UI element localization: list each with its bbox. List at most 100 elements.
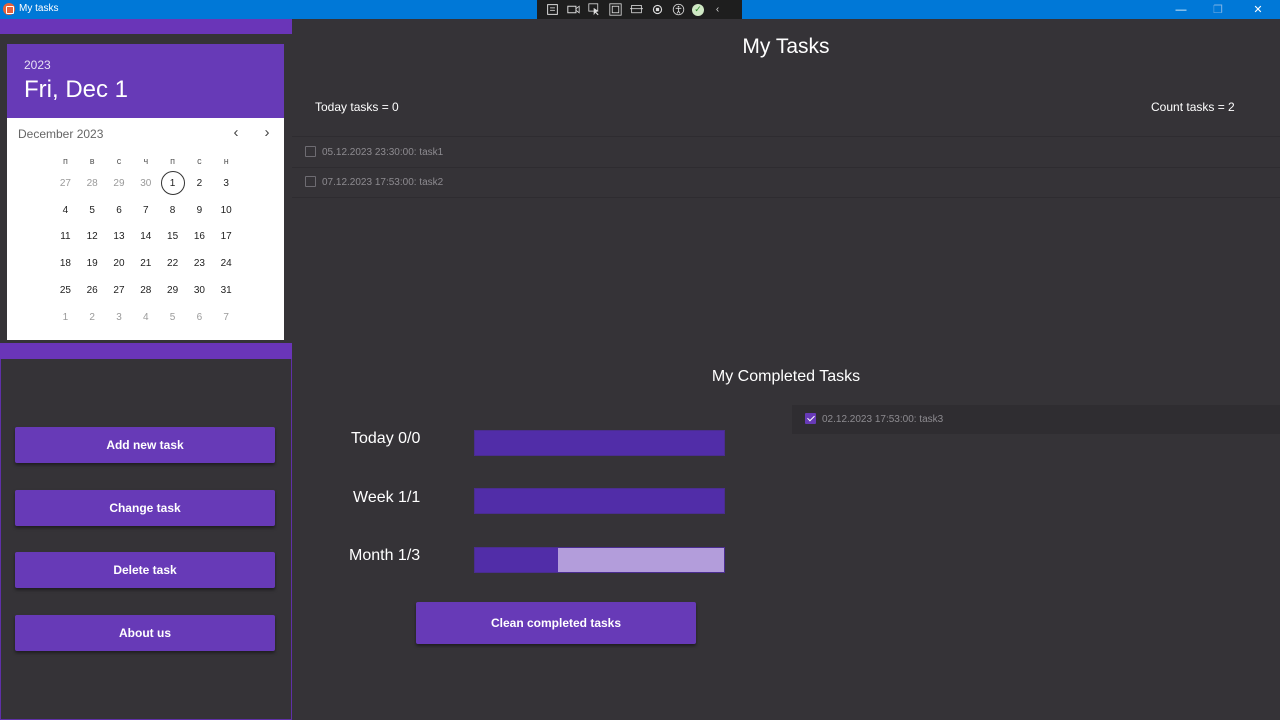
day-name: н — [223, 156, 229, 166]
task-row[interactable]: 07.12.2023 17:53:00: task2 — [292, 167, 1280, 198]
task-checkbox[interactable] — [305, 145, 316, 157]
day-name: ч — [143, 156, 149, 166]
record-icon[interactable] — [566, 2, 581, 17]
binding-ok-icon[interactable]: ✓ — [692, 3, 704, 16]
calendar-day[interactable]: 3 — [213, 178, 240, 189]
task-text: 05.12.2023 23:30:00: task1 — [322, 146, 444, 158]
calendar-day[interactable]: 15 — [159, 231, 186, 242]
calendar-day[interactable]: 11 — [52, 231, 79, 242]
calendar-day[interactable]: 28 — [79, 178, 106, 189]
calendar-day[interactable]: 27 — [106, 285, 133, 296]
live-visual-tree-icon[interactable] — [545, 2, 560, 17]
calendar-day[interactable]: 5 — [79, 205, 106, 216]
calendar-day[interactable]: 10 — [213, 205, 240, 216]
chevron-right-icon[interactable]: › — [259, 124, 275, 141]
completed-task-row[interactable]: 02.12.2023 17:53:00: task3 — [792, 405, 1280, 434]
calendar-day[interactable]: 1 — [159, 170, 186, 195]
calendar-day[interactable]: 5 — [159, 312, 186, 323]
calendar-day[interactable]: 14 — [132, 231, 159, 242]
delete-task-button[interactable]: Delete task — [15, 552, 275, 588]
display-layout-adorners-icon[interactable] — [608, 2, 623, 17]
calendar-day[interactable]: 4 — [132, 312, 159, 323]
calendar-day[interactable]: 1 — [52, 312, 79, 323]
calendar-day[interactable]: 22 — [159, 258, 186, 269]
change-task-button[interactable]: Change task — [15, 490, 275, 526]
calendar-day[interactable]: 19 — [79, 258, 106, 269]
month-progress-fill — [475, 548, 558, 572]
calendar-day[interactable]: 9 — [186, 205, 213, 216]
day-name: п — [62, 156, 68, 166]
calendar-day[interactable]: 29 — [159, 285, 186, 296]
day-name: п — [170, 156, 176, 166]
calendar-day[interactable]: 21 — [132, 258, 159, 269]
calendar-day[interactable]: 23 — [186, 258, 213, 269]
calendar-day[interactable]: 7 — [132, 205, 159, 216]
chevron-left-icon[interactable]: ‹ — [228, 124, 244, 141]
week-stat-label: Week 1/1 — [353, 489, 421, 506]
window-title: My tasks — [19, 3, 59, 14]
collapse-toolbar-icon[interactable]: ‹ — [710, 2, 725, 17]
sidebar-actions — [0, 359, 292, 720]
window-titlebar[interactable]: My tasks ✓ ‹ — ❐ ✕ — [0, 0, 1280, 19]
calendar-nav: December 2023 ‹ › — [7, 118, 284, 148]
calendar-day[interactable]: 12 — [79, 231, 106, 242]
calendar-day[interactable]: 6 — [106, 205, 133, 216]
completed-task-text: 02.12.2023 17:53:00: task3 — [822, 414, 944, 425]
calendar-day[interactable]: 6 — [186, 312, 213, 323]
clean-completed-button[interactable]: Clean completed tasks — [416, 602, 696, 644]
week-progress-fill — [475, 489, 724, 513]
calendar-day[interactable]: 28 — [132, 285, 159, 296]
maximize-button[interactable]: ❐ — [1200, 0, 1236, 19]
minimize-button[interactable]: — — [1163, 0, 1199, 19]
task-list: 05.12.2023 23:30:00: task1 07.12.2023 17… — [292, 136, 1280, 198]
calendar-week-row: 25 26 27 28 29 30 31 — [52, 277, 240, 304]
calendar-day[interactable]: 3 — [106, 312, 133, 323]
calendar-day[interactable]: 25 — [52, 285, 79, 296]
completed-tasks-title: My Completed Tasks — [711, 368, 861, 385]
calendar-header: 2023 Fri, Dec 1 — [7, 44, 284, 118]
calendar-day[interactable]: 26 — [79, 285, 106, 296]
calendar-day[interactable]: 30 — [132, 178, 159, 189]
calendar-day[interactable]: 18 — [52, 258, 79, 269]
select-element-icon[interactable] — [587, 2, 602, 17]
accessibility-icon[interactable] — [671, 2, 686, 17]
calendar-day[interactable]: 27 — [52, 178, 79, 189]
calendar-week-row: 1234567 — [52, 304, 240, 331]
left-panel: 2023 Fri, Dec 1 December 2023 ‹ › Add ne… — [0, 19, 292, 720]
calendar-day[interactable]: 24 — [213, 258, 240, 269]
page-title: My Tasks — [742, 35, 830, 58]
add-task-button[interactable]: Add new task — [15, 427, 275, 463]
calendar-day[interactable]: 29 — [106, 178, 133, 189]
task-row[interactable]: 05.12.2023 23:30:00: task1 — [292, 136, 1280, 167]
month-progress-bar — [474, 547, 725, 573]
calendar-week-row: 11 12 13 14 15 16 17 — [52, 224, 240, 251]
calendar-day[interactable]: 8 — [159, 205, 186, 216]
calendar-week-row: 18 19 20 21 22 23 24 — [52, 250, 240, 277]
calendar-month-label[interactable]: December 2023 — [18, 127, 103, 141]
close-button[interactable]: ✕ — [1240, 0, 1276, 19]
calendar-day[interactable]: 4 — [52, 205, 79, 216]
completed-task-checkbox[interactable] — [805, 413, 816, 424]
calendar-day[interactable]: 30 — [186, 285, 213, 296]
calendar-day[interactable]: 13 — [106, 231, 133, 242]
calendar-day[interactable]: 16 — [186, 231, 213, 242]
hot-reload-icon[interactable] — [650, 2, 665, 17]
today-stat-label: Today 0/0 — [351, 430, 421, 447]
calendar-day[interactable]: 17 — [213, 231, 240, 242]
track-focus-icon[interactable] — [629, 2, 644, 17]
calendar-day[interactable]: 2 — [186, 178, 213, 189]
calendar-day[interactable]: 2 — [79, 312, 106, 323]
month-stat-label: Month 1/3 — [349, 547, 421, 564]
calendar-day[interactable]: 7 — [213, 312, 240, 323]
about-us-button[interactable]: About us — [15, 615, 275, 651]
calendar-day[interactable]: 20 — [106, 258, 133, 269]
today-progress-bar — [474, 430, 725, 456]
xaml-debug-toolbar: ✓ ‹ — [537, 0, 742, 19]
calendar-year[interactable]: 2023 — [24, 58, 267, 72]
task-checkbox[interactable] — [305, 176, 316, 187]
calendar-selected-date: Fri, Dec 1 — [24, 76, 129, 103]
left-mid-band — [0, 343, 292, 359]
today-tasks-count: Today tasks = 0 — [315, 100, 399, 114]
calendar-day[interactable]: 31 — [213, 285, 240, 296]
calendar-week-row: 27 28 29 30 1 2 3 — [52, 170, 240, 197]
